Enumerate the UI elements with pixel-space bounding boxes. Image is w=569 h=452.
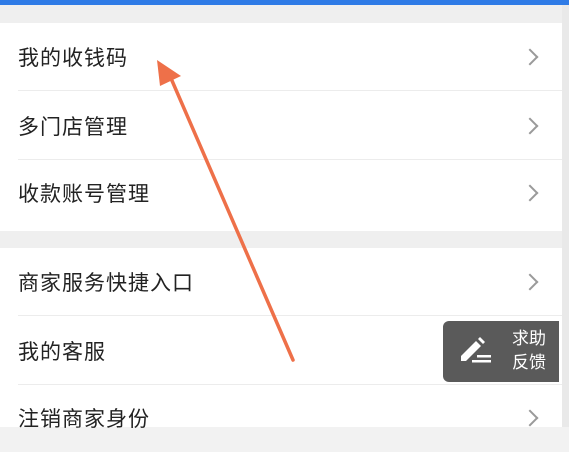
menu-item-label: 我的收钱码 [18, 46, 128, 70]
menu-item-label: 注销商家身份 [18, 407, 150, 431]
menu-item-label: 商家服务快捷入口 [18, 271, 194, 295]
feedback-line-1: 求助 [512, 329, 546, 349]
row-divider [18, 315, 562, 316]
chevron-right-icon [521, 48, 539, 66]
scrollbar-track[interactable] [562, 5, 569, 427]
help-feedback-button[interactable]: 求助 反馈 [443, 321, 559, 382]
chevron-right-icon [521, 184, 539, 202]
edit-pen-icon [461, 337, 491, 363]
menu-item-label: 我的客服 [18, 340, 106, 364]
menu-item-cancel-merchant[interactable]: 注销商家身份 [0, 384, 562, 452]
chevron-right-icon [521, 117, 539, 135]
menu-item-multi-store[interactable]: 多门店管理 [0, 92, 562, 160]
row-divider [18, 90, 562, 91]
menu-item-my-payment-code[interactable]: 我的收钱码 [0, 23, 562, 91]
settings-group-account: 我的收钱码 多门店管理 收款账号管理 [0, 23, 562, 231]
menu-item-account-management[interactable]: 收款账号管理 [0, 159, 562, 227]
menu-item-label: 收款账号管理 [18, 182, 150, 206]
menu-item-label: 多门店管理 [18, 115, 128, 139]
chevron-right-icon [521, 409, 539, 427]
feedback-label: 求助 反馈 [505, 327, 553, 375]
section-spacer-middle [0, 231, 569, 248]
chevron-right-icon [521, 273, 539, 291]
feedback-line-2: 反馈 [512, 353, 546, 373]
section-spacer-top [0, 5, 569, 23]
menu-item-merchant-services[interactable]: 商家服务快捷入口 [0, 248, 562, 316]
